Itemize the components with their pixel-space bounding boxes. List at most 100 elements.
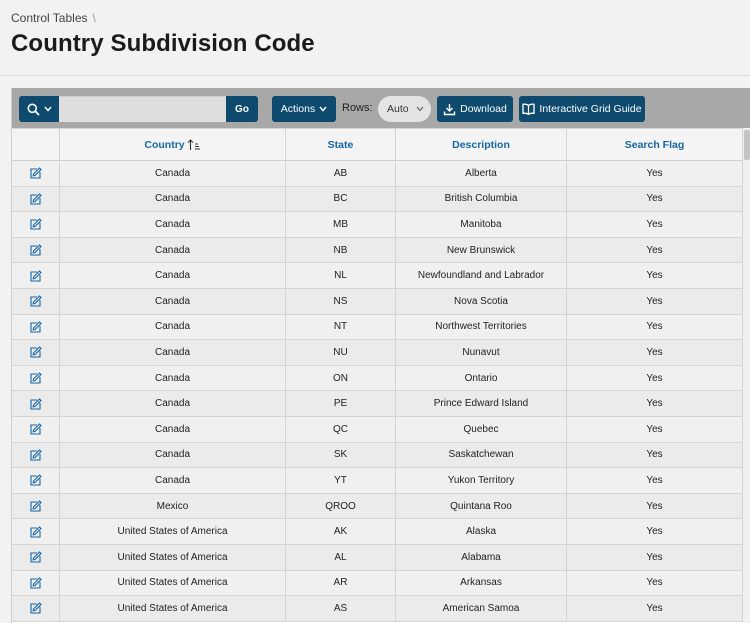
- table-row: United States of America AR Arkansas Yes: [12, 570, 743, 597]
- edit-row-link[interactable]: [12, 288, 60, 314]
- edit-row-link[interactable]: [12, 212, 60, 237]
- scrollbar-thumb[interactable]: [744, 130, 750, 160]
- go-button[interactable]: Go: [226, 96, 258, 122]
- cell-description: Quintana Roo: [396, 493, 567, 519]
- cell-description: Ontario: [396, 365, 567, 391]
- edit-row-link[interactable]: [12, 237, 60, 263]
- cell-description: Newfoundland and Labrador: [396, 263, 567, 288]
- chevron-down-icon: [319, 106, 327, 112]
- cell-search-flag: Yes: [567, 391, 743, 416]
- table-row: Canada NS Nova Scotia Yes: [12, 288, 743, 315]
- cell-state: AB: [286, 161, 396, 186]
- cell-country: Canada: [60, 365, 286, 391]
- actions-menu-button[interactable]: Actions: [272, 96, 336, 122]
- cell-search-flag: Yes: [567, 442, 743, 468]
- cell-state: NL: [286, 263, 396, 288]
- cell-search-flag: Yes: [567, 544, 743, 570]
- edit-icon: [29, 449, 42, 461]
- column-header-country[interactable]: Country: [60, 129, 286, 161]
- column-header-description[interactable]: Description: [396, 129, 567, 161]
- breadcrumb: Control Tables \: [11, 11, 96, 25]
- breadcrumb-parent-link[interactable]: Control Tables: [11, 11, 88, 25]
- table-row: Canada NU Nunavut Yes: [12, 340, 743, 366]
- rows-label: Rows:: [342, 102, 373, 114]
- edit-icon: [29, 602, 42, 614]
- column-header-country-label: Country: [144, 139, 185, 151]
- edit-icon: [29, 244, 42, 256]
- cell-country: Canada: [60, 340, 286, 365]
- edit-row-link[interactable]: [12, 340, 60, 365]
- edit-row-link[interactable]: [12, 493, 60, 519]
- grid-toolbar: Go Actions Rows: Auto Download Interacti…: [12, 88, 750, 128]
- edit-row-link[interactable]: [12, 391, 60, 416]
- edit-row-link[interactable]: [12, 161, 60, 186]
- cell-state: NS: [286, 288, 396, 314]
- cell-state: NU: [286, 340, 396, 365]
- table-row: Canada ON Ontario Yes: [12, 365, 743, 392]
- cell-state: SK: [286, 442, 396, 468]
- edit-icon: [29, 551, 42, 563]
- table-row: Canada YT Yukon Territory Yes: [12, 468, 743, 494]
- vertical-scrollbar[interactable]: [743, 128, 750, 623]
- edit-row-link[interactable]: [12, 263, 60, 288]
- table-row: Canada SK Saskatchewan Yes: [12, 442, 743, 469]
- table-row: United States of America AL Alabama Yes: [12, 544, 743, 571]
- cell-state: AL: [286, 544, 396, 570]
- search-column-menu-button[interactable]: [19, 96, 59, 122]
- edit-icon: [29, 193, 42, 205]
- edit-row-link[interactable]: [12, 570, 60, 596]
- edit-row-link[interactable]: [12, 544, 60, 570]
- cell-search-flag: Yes: [567, 570, 743, 596]
- cell-state: PE: [286, 391, 396, 416]
- table-row: United States of America AS American Samoa…: [12, 596, 743, 622]
- cell-description: British Columbia: [396, 186, 567, 212]
- edit-row-link[interactable]: [12, 186, 60, 212]
- edit-row-link[interactable]: [12, 314, 60, 340]
- search-input[interactable]: [59, 96, 226, 122]
- table-row: Canada NL Newfoundland and Labrador Yes: [12, 263, 743, 289]
- edit-row-link[interactable]: [12, 596, 60, 621]
- cell-state: AR: [286, 570, 396, 596]
- cell-search-flag: Yes: [567, 212, 743, 237]
- cell-state: QC: [286, 416, 396, 442]
- edit-icon: [29, 167, 42, 179]
- cell-search-flag: Yes: [567, 493, 743, 519]
- cell-country: Canada: [60, 416, 286, 442]
- edit-icon: [29, 372, 42, 384]
- page-header: Control Tables \ Country Subdivision Code: [0, 0, 750, 76]
- cell-state: QROO: [286, 493, 396, 519]
- rows-select-value: Auto: [387, 103, 409, 115]
- cell-country: Canada: [60, 263, 286, 288]
- edit-icon: [29, 474, 42, 486]
- column-header-state[interactable]: State: [286, 129, 396, 161]
- download-button[interactable]: Download: [437, 96, 513, 122]
- edit-icon: [29, 525, 42, 538]
- cell-country: United States of America: [60, 519, 286, 544]
- edit-row-link[interactable]: [12, 468, 60, 493]
- cell-search-flag: Yes: [567, 365, 743, 391]
- cell-country: Canada: [60, 314, 286, 340]
- book-icon: [522, 103, 536, 115]
- cell-country: Canada: [60, 212, 286, 237]
- cell-search-flag: Yes: [567, 314, 743, 340]
- edit-row-link[interactable]: [12, 442, 60, 468]
- cell-search-flag: Yes: [567, 263, 743, 288]
- column-header-search-flag[interactable]: Search Flag: [567, 129, 743, 161]
- actions-label: Actions: [280, 103, 316, 115]
- edit-row-link[interactable]: [12, 416, 60, 442]
- cell-country: Mexico: [60, 493, 286, 519]
- cell-country: Canada: [60, 442, 286, 468]
- cell-search-flag: Yes: [567, 519, 743, 544]
- cell-search-flag: Yes: [567, 596, 743, 621]
- edit-icon: [29, 346, 42, 359]
- cell-search-flag: Yes: [567, 237, 743, 263]
- edit-icon: [29, 577, 42, 589]
- guide-label: Interactive Grid Guide: [539, 103, 642, 115]
- interactive-grid-guide-button[interactable]: Interactive Grid Guide: [519, 96, 645, 122]
- edit-row-link[interactable]: [12, 365, 60, 391]
- page-title: Country Subdivision Code: [11, 30, 315, 57]
- edit-icon: [29, 218, 42, 231]
- rows-per-page-select[interactable]: Auto: [378, 96, 431, 122]
- edit-row-link[interactable]: [12, 519, 60, 544]
- cell-country: Canada: [60, 391, 286, 416]
